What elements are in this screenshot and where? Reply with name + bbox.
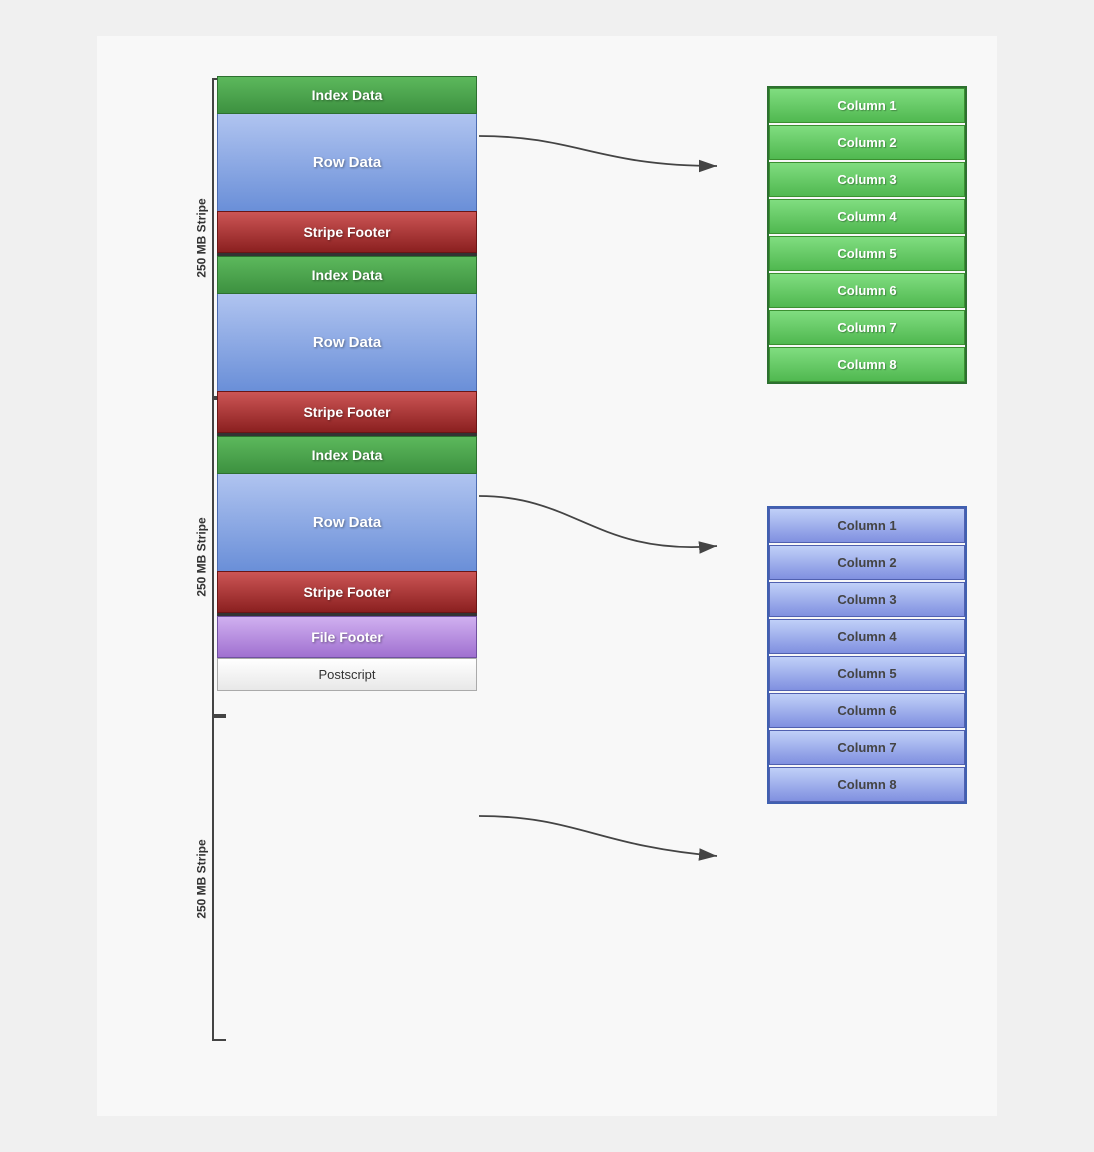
- blue-col-6: Column 6: [769, 693, 965, 728]
- bracket-stripe2-label: 250 MB Stripe: [195, 517, 209, 596]
- green-col-6: Column 6: [769, 273, 965, 308]
- stripe2-footer: Stripe Footer: [217, 391, 477, 433]
- blue-col-8: Column 8: [769, 767, 965, 802]
- stripe1-footer: Stripe Footer: [217, 211, 477, 253]
- blue-col-5: Column 5: [769, 656, 965, 691]
- blue-col-3: Column 3: [769, 582, 965, 617]
- stripe1-row: Row Data: [217, 114, 477, 211]
- blue-col-4: Column 4: [769, 619, 965, 654]
- bracket-stripe3-label: 250 MB Stripe: [195, 839, 209, 918]
- stripe3-index: Index Data: [217, 436, 477, 474]
- file-footer: File Footer: [217, 616, 477, 658]
- green-col-5: Column 5: [769, 236, 965, 271]
- blue-col-2: Column 2: [769, 545, 965, 580]
- blue-col-1: Column 1: [769, 508, 965, 543]
- bracket-stripe3: 250 MB Stripe: [152, 716, 222, 1041]
- stripe1-index: Index Data: [217, 76, 477, 114]
- left-column: Index Data Row Data Stripe Footer Index …: [217, 76, 477, 691]
- green-col-7: Column 7: [769, 310, 965, 345]
- stripe2-row: Row Data: [217, 294, 477, 391]
- green-col-4: Column 4: [769, 199, 965, 234]
- bracket-stripe2: 250 MB Stripe: [152, 398, 222, 716]
- green-col-1: Column 1: [769, 88, 965, 123]
- green-col-8: Column 8: [769, 347, 965, 382]
- right-group-blue: Column 1 Column 2 Column 3 Column 4 Colu…: [767, 506, 967, 804]
- diagram: 250 MB Stripe 250 MB Stripe 250 MB Strip…: [97, 36, 997, 1116]
- bracket-stripe1-label: 250 MB Stripe: [195, 198, 209, 277]
- right-group-green: Column 1 Column 2 Column 3 Column 4 Colu…: [767, 86, 967, 384]
- blue-col-7: Column 7: [769, 730, 965, 765]
- green-col-3: Column 3: [769, 162, 965, 197]
- bracket-stripe1: 250 MB Stripe: [152, 78, 222, 398]
- stripe2-index: Index Data: [217, 256, 477, 294]
- stripe3-footer: Stripe Footer: [217, 571, 477, 613]
- green-col-2: Column 2: [769, 125, 965, 160]
- stripe3-row: Row Data: [217, 474, 477, 571]
- postscript: Postscript: [217, 658, 477, 691]
